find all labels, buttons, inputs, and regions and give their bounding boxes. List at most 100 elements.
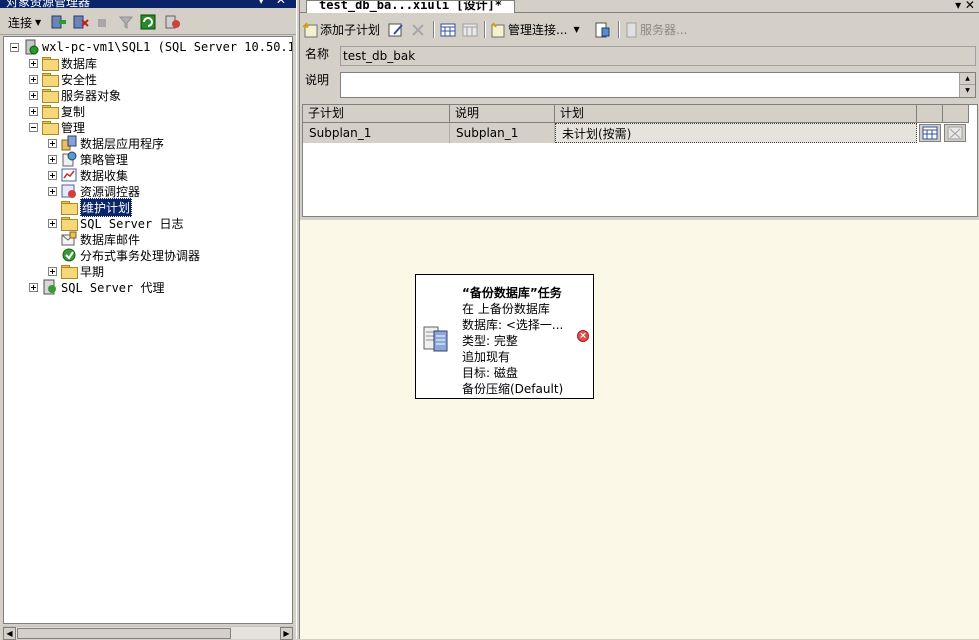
policy-icon [61,151,77,167]
expand-toggle[interactable] [48,154,57,164]
tree-node-policy-management[interactable]: 策略管理 [48,151,128,167]
subplan-grid: 子计划 说明 计划 Subplan_1 Subplan_1 未计划(按需) [302,104,978,217]
tree-node-label: SQL Server 代理 [61,280,165,295]
add-subplan-icon [302,22,318,37]
tree-node-sql-agent[interactable]: SQL Server 代理 [29,279,164,295]
folder-icon [42,57,59,71]
tree-node-security[interactable]: 安全性 [29,71,97,87]
connect-button[interactable]: 连接 ▼ [8,13,41,31]
cell-description[interactable]: Subplan_1 [450,123,555,143]
tree-node-label: 数据库 [61,56,98,71]
task-line: 类型: 完整 [462,334,518,348]
servers-icon [626,22,637,37]
expand-toggle[interactable] [29,58,38,68]
tree-node-legacy[interactable]: 早期 [48,263,104,279]
refresh-icon[interactable] [140,13,156,31]
tree-node-server[interactable]: wxl-pc-vm1\SQL1 (SQL Server 10.50.1600 - [10,39,292,55]
subplan-properties-icon[interactable] [388,20,404,39]
delete-icon [410,20,426,39]
collapse-toggle[interactable] [29,122,38,132]
object-explorer-toolbar: 连接 ▼ [0,9,296,35]
servers-label: 服务器... [640,23,688,37]
tree-node-dtc[interactable]: 分布式事务处理协调器 [48,247,200,263]
column-header-schedule[interactable]: 计划 [555,105,917,123]
cell-schedule[interactable]: 未计划(按需) [555,123,917,143]
connect-server-icon[interactable] [50,13,68,31]
expand-toggle[interactable] [48,266,57,276]
manage-connections-button[interactable]: 管理连接... ▼ [490,20,580,39]
add-subplan-button[interactable]: 添加子计划 [302,20,380,39]
tree-node-label: 分布式事务处理协调器 [80,248,201,263]
horizontal-scrollbar[interactable]: ◀ ▶ [3,626,293,640]
tree-node-label: 管理 [61,120,86,135]
folder-icon [61,265,78,279]
manage-connections-label: 管理连接... [508,23,568,37]
description-label: 说明 [305,73,330,87]
column-header-subplan[interactable]: 子计划 [303,105,450,123]
tree-node-sql-server-logs[interactable]: SQL Server 日志 [48,215,183,231]
backup-task-icon [423,326,448,352]
column-header-button-1 [917,105,943,123]
expand-toggle[interactable] [48,138,57,148]
task-line: 追加现有 [462,350,511,364]
expand-toggle[interactable] [29,106,38,116]
name-field[interactable]: test_db_bak [340,46,976,66]
object-explorer-title-bar: 对象资源管理器 ▾ ✕ [0,0,296,8]
folder-icon [42,73,59,87]
data-tier-app-icon [61,135,77,151]
tree-node-label: 策略管理 [80,152,129,167]
tab-controls[interactable]: ▾ ✕ [955,0,975,12]
object-explorer-panel: 对象资源管理器 ▾ ✕ 连接 ▼ wxl-pc-vm1\SQL1 (SQL Se… [0,0,296,640]
tree-node-server-objects[interactable]: 服务器对象 [29,87,121,103]
activity-monitor-icon[interactable] [164,13,182,31]
description-field[interactable]: ▲ ▼ [340,72,976,98]
tree-node-replication[interactable]: 复制 [29,103,85,119]
object-explorer-tree: wxl-pc-vm1\SQL1 (SQL Server 10.50.1600 -… [3,36,293,624]
reporting-icon[interactable] [594,20,610,39]
servers-button: 服务器... [624,20,687,39]
panel-controls[interactable]: ▾ ✕ [258,0,290,7]
scroll-up-icon[interactable]: ▲ [960,73,975,85]
expand-toggle[interactable] [29,74,38,84]
subplan-schedule-icon[interactable] [440,20,456,39]
backup-database-task[interactable]: “备份数据库”任务 在 上备份数据库 数据库: <选择一... 类型: 完整 追… [415,274,594,399]
tree-node-label: 服务器对象 [61,88,122,103]
tree-node-label: wxl-pc-vm1\SQL1 (SQL Server 10.50.1600 - [42,40,292,54]
scroll-down-icon[interactable]: ▼ [960,85,975,97]
description-scrollbar[interactable]: ▲ ▼ [959,73,975,97]
tree-node-management[interactable]: 管理 [29,119,85,135]
plan-properties: 名称 test_db_bak 说明 ▲ ▼ [300,42,979,100]
edit-schedule-icon[interactable] [919,124,941,142]
expand-toggle[interactable] [48,186,57,196]
scroll-left-icon[interactable]: ◀ [3,627,16,640]
designer-panel: test_db_ba...xiuli [设计]* ▾ ✕ 添加子计划 管理连接.… [300,0,979,639]
expand-toggle[interactable] [29,90,38,100]
task-title: “备份数据库”任务 [462,286,562,300]
expand-toggle[interactable] [48,170,57,180]
task-line: 数据库: <选择一... [462,318,564,332]
tree-node-data-collection[interactable]: 数据收集 [48,167,128,183]
tree-node-databases[interactable]: 数据库 [29,55,97,71]
expand-toggle[interactable] [29,282,38,292]
column-header-description[interactable]: 说明 [450,105,555,123]
tree-node-database-mail[interactable]: 数据库邮件 [48,231,140,247]
connect-label: 连接 [8,15,33,30]
data-collection-icon [61,167,77,183]
stop-icon [96,13,108,31]
error-icon[interactable]: × [577,330,589,342]
cell-subplan[interactable]: Subplan_1 [303,123,450,143]
expand-toggle[interactable] [48,218,57,228]
scroll-right-icon[interactable]: ▶ [280,627,293,640]
dtc-icon [61,247,77,263]
sql-agent-icon [42,279,58,295]
add-subplan-label: 添加子计划 [320,23,381,37]
task-line: 备份压缩(Default) [462,382,564,396]
tab-document[interactable]: test_db_ba...xiuli [设计]* [306,0,515,13]
tree-node-maintenance-plans[interactable]: 维护计划 [48,197,133,217]
tree-node-data-tier-apps[interactable]: 数据层应用程序 [48,135,164,151]
collapse-toggle[interactable] [10,42,19,52]
disconnect-icon[interactable] [72,13,90,31]
design-surface[interactable]: “备份数据库”任务 在 上备份数据库 数据库: <选择一... 类型: 完整 追… [300,220,979,639]
tree-node-label: SQL Server 日志 [80,216,184,231]
scrollbar-thumb[interactable] [17,628,231,639]
